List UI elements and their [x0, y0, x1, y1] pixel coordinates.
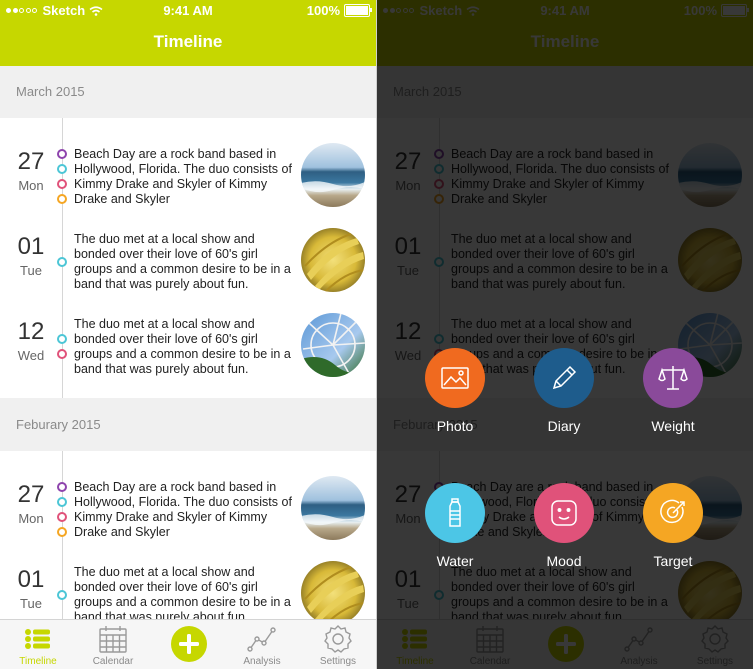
entry-photo[interactable]: [301, 143, 365, 207]
battery-group: 100%: [306, 3, 372, 18]
action-label: Water: [436, 553, 474, 569]
action-weight[interactable]: Weight: [628, 348, 718, 448]
entry-day: 27: [17, 148, 45, 175]
action-label: Weight: [651, 418, 695, 434]
marker-dot: [57, 512, 67, 522]
entry-weekday: Tue: [20, 596, 42, 611]
timeline-entry[interactable]: 12 Wed The duo met at a local show and b…: [0, 291, 376, 377]
section-body: 27 Mon Beach Day are a rock band based i…: [0, 451, 376, 625]
tab-bar: Timeline Calendar Analysis Settings: [0, 619, 376, 669]
entry-photo[interactable]: [301, 476, 365, 540]
section-header: March 2015: [0, 66, 376, 118]
battery-icon: [344, 4, 372, 17]
scale-icon: [658, 366, 688, 390]
action-circle: [425, 348, 485, 408]
tab-calendar[interactable]: Calendar: [83, 620, 143, 669]
action-mood[interactable]: Mood: [519, 483, 609, 583]
marker-dot: [57, 349, 67, 359]
entry-day: 01: [17, 566, 45, 593]
entry-photo[interactable]: [301, 228, 365, 292]
action-circle: [643, 483, 703, 543]
pencil-icon: [552, 365, 577, 390]
entry-weekday: Wed: [17, 348, 45, 363]
marker-dot: [57, 179, 67, 189]
entry-day: 01: [17, 233, 45, 260]
entry-weekday: Mon: [18, 511, 44, 526]
entry-weekday: Tue: [20, 263, 42, 278]
page-title: Timeline: [0, 22, 376, 66]
action-target[interactable]: Target: [628, 483, 718, 583]
timeline-entry[interactable]: 27 Mon Beach Day are a rock band based i…: [0, 121, 376, 207]
action-water[interactable]: Water: [410, 483, 500, 583]
tab-label: Settings: [319, 656, 357, 667]
entry-day: 27: [17, 481, 45, 508]
timeline-entry[interactable]: 01 Tue The duo met at a local show and b…: [0, 539, 376, 625]
list-icon: [25, 629, 50, 649]
section-header: Feburary 2015: [0, 398, 376, 451]
entry-text: Beach Day are a rock band based in Holly…: [74, 147, 292, 206]
marker-dot: [57, 149, 67, 159]
marker-dot: [57, 194, 67, 204]
action-circle: [534, 483, 594, 543]
add-entry-screen: Sketch 9:41 AM 100% TimelineMarch 2015 2…: [377, 0, 753, 669]
status-bar: Sketch 9:41 AM 100%: [0, 0, 376, 22]
action-photo[interactable]: Photo: [410, 348, 500, 448]
tab-label: Analysis: [243, 656, 281, 667]
marker-dot: [57, 257, 67, 267]
tab-label: Calendar: [92, 656, 134, 667]
timeline-entry[interactable]: 01 Tue The duo met at a local show and b…: [0, 206, 376, 292]
section-body: 27 Mon Beach Day are a rock band based i…: [0, 118, 376, 398]
target-icon: [660, 499, 685, 524]
analysis-icon: [247, 627, 276, 652]
entry-weekday: Mon: [18, 178, 44, 193]
entry-text: The duo met at a local show and bonded o…: [74, 232, 291, 291]
timeline-entry[interactable]: 27 Mon Beach Day are a rock band based i…: [0, 454, 376, 540]
entry-day: 12: [17, 318, 45, 345]
smiley-icon: [551, 500, 577, 526]
bottle-icon: [449, 498, 461, 527]
tab-analysis[interactable]: Analysis: [232, 620, 292, 669]
action-circle: [534, 348, 594, 408]
marker-dot: [57, 527, 67, 537]
action-label: Mood: [546, 553, 582, 569]
entry-text: The duo met at a local show and bonded o…: [74, 565, 291, 624]
entry-text: The duo met at a local show and bonded o…: [74, 317, 291, 376]
action-circle: [643, 348, 703, 408]
marker-dot: [57, 334, 67, 344]
action-circle: [425, 483, 485, 543]
photo-icon: [441, 367, 469, 389]
action-label: Target: [653, 553, 693, 569]
marker-dot: [57, 482, 67, 492]
tab-settings[interactable]: Settings: [308, 620, 368, 669]
tab-timeline[interactable]: Timeline: [8, 620, 68, 669]
action-label: Diary: [547, 418, 581, 434]
add-button[interactable]: [171, 626, 207, 662]
battery-label: 100%: [306, 3, 340, 18]
action-diary[interactable]: Diary: [519, 348, 609, 448]
gear-icon: [324, 625, 352, 653]
tab-label: Timeline: [19, 656, 57, 667]
entry-photo[interactable]: [301, 313, 365, 377]
entry-photo[interactable]: [301, 561, 365, 625]
plus-icon: [179, 634, 199, 654]
timeline-screen: Sketch 9:41 AM 100% Timeline March 2015 …: [0, 0, 376, 669]
action-label: Photo: [436, 418, 474, 434]
marker-dot: [57, 590, 67, 600]
marker-dot: [57, 164, 67, 174]
entry-text: Beach Day are a rock band based in Holly…: [74, 480, 292, 539]
calendar-icon: [99, 626, 127, 653]
marker-dot: [57, 497, 67, 507]
